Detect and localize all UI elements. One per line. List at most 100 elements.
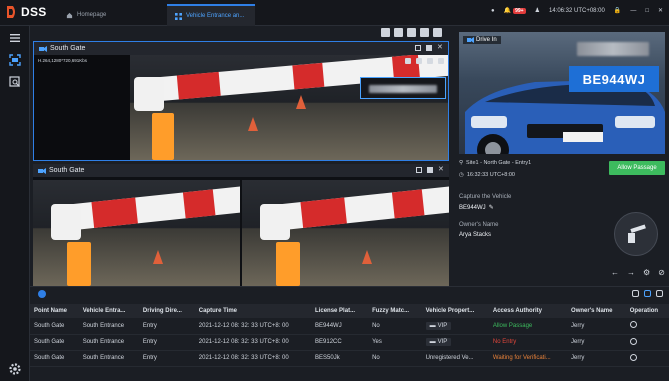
- cell-plate: BES50Jk: [311, 350, 369, 367]
- cell-direction: Entry: [138, 334, 195, 351]
- fullscreen-icon[interactable]: [433, 28, 442, 37]
- cell-authority: No Entry: [488, 334, 568, 351]
- close-pane-icon[interactable]: ✕: [438, 166, 444, 173]
- cell-entrance: South Entrance: [78, 318, 139, 335]
- column-header[interactable]: Vehicle Entra...: [78, 304, 139, 318]
- layout-9-icon[interactable]: [407, 28, 416, 37]
- plate-capture-box: [360, 77, 446, 99]
- tab-homepage[interactable]: Homepage: [58, 4, 154, 26]
- minimize-icon[interactable]: —: [630, 8, 636, 14]
- record-icon[interactable]: [427, 167, 433, 173]
- barrier-gate-icon: [628, 224, 646, 243]
- top-right-controls: ● 🔔 99+ ♟ 14:06:32 UTC+08:00 🔒 — □ ✕: [491, 7, 663, 14]
- operation-icon[interactable]: [629, 353, 637, 361]
- record-icon[interactable]: [426, 45, 432, 51]
- cell-authority: Allow Passage: [488, 318, 568, 335]
- left-rail: [0, 26, 30, 381]
- operation-icon[interactable]: [629, 337, 637, 345]
- recognized-plate: BE944WJ: [569, 66, 659, 92]
- column-header[interactable]: License Plat...: [311, 304, 369, 318]
- table-row[interactable]: South Gate South Entrance Entry 2021-12-12 …: [30, 350, 669, 367]
- edit-layout-icon[interactable]: [420, 28, 429, 37]
- cell-entrance: South Entrance: [78, 350, 139, 367]
- lock-icon[interactable]: 🔒: [614, 7, 621, 14]
- tab-vehicle-entrance[interactable]: Vehicle Entrance an...: [167, 4, 255, 26]
- live-view-button[interactable]: [7, 52, 23, 68]
- vehicle-detail-panel: Drive In BE944WJ ⚲ Site1 - North Gate - …: [451, 26, 669, 286]
- cell-point: South Gate: [30, 318, 79, 335]
- grid-icon: [175, 12, 182, 20]
- column-header[interactable]: Access Authority: [488, 304, 568, 318]
- restore-icon[interactable]: □: [645, 8, 649, 14]
- more-icon[interactable]: [656, 290, 663, 297]
- pane-header: South Gate ✕: [34, 42, 448, 55]
- tab-label: Homepage: [77, 12, 107, 18]
- camera-feed-right: [242, 180, 449, 286]
- layout-1-icon[interactable]: [381, 28, 390, 37]
- video-record-icon[interactable]: [427, 58, 433, 64]
- location-text: Site1 - North Gate - Entry1: [466, 160, 532, 166]
- cell-time: 2021-12-12 08: 32: 33 UTC+8: 00: [194, 318, 312, 335]
- operation-icon[interactable]: [629, 321, 637, 329]
- table-row[interactable]: South Gate South Entrance Entry 2021-12-12 …: [30, 318, 669, 335]
- drive-in-badge: Drive In: [463, 36, 501, 44]
- alarm-button[interactable]: 🔔 99+: [504, 7, 526, 14]
- ban-icon[interactable]: ⊘: [658, 268, 665, 277]
- bell-icon: 🔔: [503, 8, 512, 14]
- talk-icon[interactable]: [416, 58, 422, 64]
- column-header[interactable]: Owner's Name: [567, 304, 626, 318]
- list-view-icon[interactable]: [644, 290, 651, 297]
- pane-controls: [405, 58, 444, 64]
- cell-operation: [625, 318, 669, 335]
- cell-point: South Gate: [30, 334, 79, 351]
- table-row[interactable]: South Gate South Entrance Entry 2021-12-12 …: [30, 334, 669, 351]
- column-header[interactable]: Vehicle Propert...: [421, 304, 489, 318]
- column-header[interactable]: Capture Time: [194, 304, 312, 318]
- cell-time: 2021-12-12 08: 32: 33 UTC+8: 00: [194, 350, 312, 367]
- close-pane-icon[interactable]: ✕: [437, 44, 443, 51]
- blurred-region: [577, 42, 649, 56]
- time-text: 16:32:33 UTC+8:00: [466, 172, 515, 178]
- settings-icon[interactable]: ⚙: [643, 268, 650, 277]
- record-search-button[interactable]: [7, 74, 23, 90]
- snapshot-icon[interactable]: [438, 58, 444, 64]
- capture-value: BE944WJ ✎: [459, 204, 494, 212]
- clock-icon: ◷: [459, 172, 464, 178]
- cell-property: Unregistered Ve...: [421, 350, 489, 367]
- owner-value: Arya Stacks: [459, 232, 492, 238]
- vip-chip: ▬ VIP: [425, 338, 452, 346]
- pane-title: South Gate: [50, 45, 86, 52]
- cell-plate: BE912CC: [311, 334, 369, 351]
- allow-passage-button[interactable]: Allow Passage: [609, 161, 665, 175]
- window-icon[interactable]: [416, 167, 422, 173]
- arrow-right-icon[interactable]: →: [627, 268, 635, 277]
- video-pane-1[interactable]: South Gate ✕ H.264,1280*720,691Kbs: [33, 41, 449, 161]
- table-settings-icon[interactable]: [38, 290, 46, 298]
- edit-icon[interactable]: ✎: [489, 204, 494, 211]
- column-header[interactable]: Driving Dire...: [138, 304, 195, 318]
- layout-4-icon[interactable]: [394, 28, 403, 37]
- settings-gear-icon[interactable]: [8, 362, 22, 376]
- camera-icon: [467, 37, 474, 43]
- capture-plate: BE944WJ: [459, 204, 486, 211]
- barrier-control-button[interactable]: [614, 212, 658, 256]
- column-header[interactable]: Operation: [625, 304, 669, 318]
- cell-owner: Jerry: [567, 334, 626, 351]
- records-table: Point Name Vehicle Entra... Driving Dire..…: [30, 304, 669, 367]
- column-header[interactable]: Fuzzy Matc...: [368, 304, 422, 318]
- user-icon[interactable]: ♟: [535, 7, 540, 14]
- cell-owner: Jerry: [567, 350, 626, 367]
- column-header[interactable]: Point Name: [30, 304, 79, 318]
- cell-plate: BE944WJ: [311, 318, 369, 335]
- refresh-icon[interactable]: [632, 290, 639, 297]
- volume-icon[interactable]: [405, 58, 411, 64]
- location-icon[interactable]: ●: [491, 8, 495, 14]
- barrier-arm: [262, 185, 449, 232]
- menu-button[interactable]: [7, 30, 23, 46]
- close-icon[interactable]: ✕: [658, 7, 663, 14]
- window-icon[interactable]: [415, 45, 421, 51]
- cell-time: 2021-12-12 08: 32: 33 UTC+8: 00: [194, 334, 312, 351]
- video-pane-2[interactable]: South Gate ✕: [33, 164, 449, 286]
- arrow-left-icon[interactable]: ←: [611, 268, 619, 277]
- cell-owner: Jerry: [567, 318, 626, 335]
